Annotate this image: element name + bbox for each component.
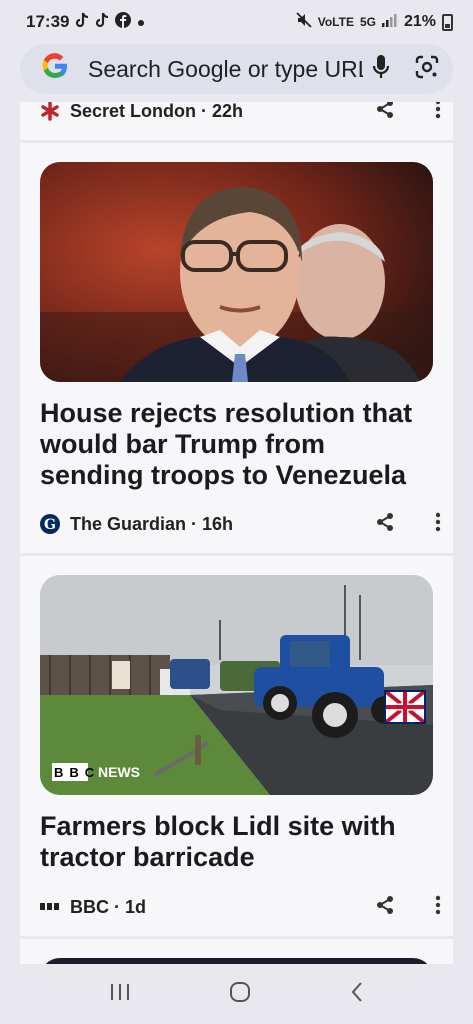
svg-text:BBC: BBC xyxy=(54,765,100,780)
home-icon[interactable] xyxy=(229,981,251,1008)
source-label: Secret London · 22h xyxy=(70,102,244,121)
volte-label: VoLTE xyxy=(317,15,354,29)
discover-feed: Secret London · 22h House rejects resolu… xyxy=(20,102,453,964)
news-card[interactable]: House rejects resolution that would bar … xyxy=(20,143,453,553)
tiktok-icon xyxy=(95,12,109,33)
guardian-icon: G xyxy=(40,514,60,534)
share-icon[interactable] xyxy=(375,512,395,537)
news-card[interactable]: BBC NEWS Farmers block Lidl site with tr… xyxy=(20,556,453,936)
svg-text:G: G xyxy=(44,517,56,533)
search-input[interactable]: Search Google or type URL xyxy=(88,56,363,83)
source-label: BBC · 1d xyxy=(70,896,146,917)
news-card[interactable] xyxy=(20,939,453,964)
mute-icon xyxy=(296,11,312,33)
news-card[interactable]: Secret London · 22h xyxy=(20,102,453,140)
more-options-icon[interactable] xyxy=(435,895,441,920)
status-bar: 17:39 VoLTE 5G 21% xyxy=(0,0,473,44)
clock: 17:39 xyxy=(26,12,70,31)
share-icon[interactable] xyxy=(375,895,395,920)
article-image[interactable] xyxy=(40,162,433,382)
battery-icon xyxy=(442,13,453,31)
more-options-icon[interactable] xyxy=(435,102,441,124)
article-headline[interactable]: House rejects resolution that would bar … xyxy=(40,398,420,491)
dot-icon xyxy=(137,12,145,32)
5g-label: 5G xyxy=(359,15,376,29)
bbc-icon xyxy=(40,897,60,917)
back-icon[interactable] xyxy=(350,981,364,1008)
more-options-icon[interactable] xyxy=(435,512,441,537)
source-label: The Guardian · 16h xyxy=(70,513,234,534)
battery-percent: 21% xyxy=(403,13,436,30)
signal-icon xyxy=(381,13,398,32)
svg-text:NEWS: NEWS xyxy=(98,764,140,780)
search-bar[interactable]: Search Google or type URL xyxy=(20,44,453,94)
article-headline[interactable]: Farmers block Lidl site with tractor bar… xyxy=(40,811,420,873)
microphone-icon[interactable] xyxy=(371,54,391,85)
tiktok-icon xyxy=(75,12,89,33)
article-image[interactable]: BBC NEWS xyxy=(40,575,433,795)
lens-icon[interactable] xyxy=(415,55,439,84)
share-icon[interactable] xyxy=(375,102,395,124)
google-logo xyxy=(40,51,70,87)
navigation-bar xyxy=(0,964,473,1024)
recents-icon[interactable] xyxy=(109,982,131,1007)
facebook-icon xyxy=(115,11,132,33)
asterisk-icon xyxy=(40,102,60,121)
